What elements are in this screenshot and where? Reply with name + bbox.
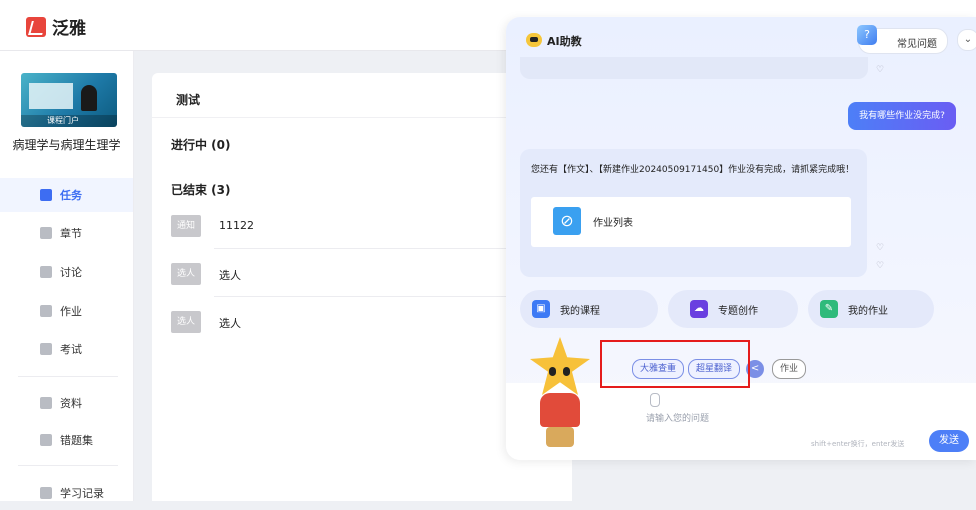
assistant-title: AI助教 (547, 35, 582, 48)
homework-list-label: 作业列表 (593, 218, 633, 229)
homework-list-card[interactable]: ⊘ 作业列表 (531, 197, 851, 247)
row-divider (214, 296, 554, 297)
assistant-header: AI助教 ? 常见问题 ⌄ (506, 17, 976, 57)
sidebar-item-exams[interactable]: 考试 (0, 332, 133, 366)
sidebar: 课程门户 病理学与病理生理学 任务 章节 讨论 作业 考试 资料 错题集 学习记… (0, 51, 134, 501)
microphone-icon[interactable] (650, 393, 660, 407)
folder-icon (40, 397, 52, 409)
section-in-progress[interactable]: 进行中 (0) (171, 136, 231, 153)
sidebar-item-label: 错题集 (60, 434, 93, 447)
fanya-logo-icon (26, 16, 46, 37)
sidebar-item-label: 任务 (60, 189, 82, 202)
course-thumbnail[interactable]: 课程门户 (21, 73, 117, 127)
star-mascot (520, 337, 600, 457)
sidebar-item-tasks[interactable]: 任务 (0, 178, 133, 212)
homework-icon: ✎ (820, 300, 838, 318)
edit-doc-icon (40, 305, 52, 317)
faq-button[interactable]: ? 常见问题 (857, 25, 948, 54)
sidebar-item-homework[interactable]: 作业 (0, 294, 133, 328)
brand-logo[interactable]: 泛雅 (26, 14, 86, 39)
bot-message-bubble: 您还有【作文】、【新建作业20240509171450】作业没有完成，请抓紧完成… (520, 149, 867, 277)
notice-badge: 通知 (171, 215, 201, 237)
sidebar-item-label: 作业 (60, 305, 82, 318)
thumb-up-icon[interactable]: ♡ (876, 243, 884, 253)
course-portal-tag: 课程门户 (47, 116, 79, 125)
chat-input-placeholder: 请输入您的问题 (646, 414, 710, 424)
mascot-eye (549, 367, 556, 376)
sidebar-item-label: 考试 (60, 343, 82, 356)
my-courses-button[interactable]: ▣ 我的课程 (520, 290, 658, 328)
page-title: 测试 (176, 93, 201, 107)
chat-bubble-icon (40, 266, 52, 278)
mascot-shirt (540, 393, 580, 427)
quick-action-label: 专题创作 (718, 305, 758, 317)
highlight-box (600, 340, 750, 388)
quick-action-label: 我的作业 (848, 305, 888, 317)
nav-divider (18, 376, 118, 377)
user-message-bubble: 我有哪些作业没完成? (848, 102, 956, 130)
course-name: 病理学与病理生理学 (12, 138, 121, 152)
course-icon: ▣ (532, 300, 550, 318)
sidebar-item-label: 学习记录 (60, 487, 104, 500)
sidebar-item-label: 章节 (60, 227, 82, 240)
previous-message-bubble (520, 57, 868, 79)
list-item-title: 11122 (219, 219, 254, 232)
microscope-figure (81, 85, 97, 111)
quick-action-label: 我的课程 (560, 305, 600, 317)
collapse-chevron-icon[interactable]: ⌄ (957, 29, 976, 51)
sidebar-item-label: 资料 (60, 397, 82, 410)
topic-creation-button[interactable]: ☁ 专题创作 (668, 290, 798, 328)
section-ended[interactable]: 已结束 (3) (171, 181, 231, 198)
sidebar-item-chapters[interactable]: 章节 (0, 216, 133, 250)
link-icon: ⊘ (553, 207, 581, 235)
robot-avatar-icon (526, 33, 542, 47)
list-item-title: 选人 (219, 269, 241, 282)
list-item-title: 选人 (219, 317, 241, 330)
nav-divider (18, 465, 118, 466)
homework-chip[interactable]: 作业 (772, 359, 807, 379)
sidebar-item-study-record[interactable]: 学习记录 (0, 476, 133, 510)
question-icon: ? (857, 25, 877, 45)
faq-label: 常见问题 (897, 39, 937, 50)
record-icon (40, 487, 52, 499)
mascot-legs (546, 427, 574, 447)
pick-badge: 选人 (171, 311, 201, 333)
brand-name: 泛雅 (52, 19, 86, 39)
my-homework-button[interactable]: ✎ 我的作业 (808, 290, 934, 328)
keyboard-hint: shift+enter换行，enter发送 (811, 440, 905, 448)
ai-assistant-panel: AI助教 ? 常见问题 ⌄ ♡ 我有哪些作业没完成? 您还有【作文】、【新建作业… (506, 17, 976, 460)
bot-message-text: 您还有【作文】、【新建作业20240509171450】作业没有完成，请抓紧完成… (531, 165, 855, 175)
sidebar-item-mistakes[interactable]: 错题集 (0, 423, 133, 457)
grid-icon (40, 189, 52, 201)
mascot-star-head (530, 337, 590, 395)
row-divider (214, 248, 554, 249)
thumb-down-icon[interactable]: ♡ (876, 65, 884, 75)
cloud-icon: ☁ (690, 300, 708, 318)
mascot-eye (563, 367, 570, 376)
sidebar-item-discussion[interactable]: 讨论 (0, 255, 133, 289)
exam-icon (40, 343, 52, 355)
sidebar-item-materials[interactable]: 资料 (0, 386, 133, 420)
thumbnail-panel (29, 83, 73, 109)
pick-badge: 选人 (171, 263, 201, 285)
send-button[interactable]: 发送 (929, 430, 969, 452)
chapter-icon (40, 227, 52, 239)
sidebar-item-label: 讨论 (60, 266, 82, 279)
thumb-down-icon[interactable]: ♡ (876, 261, 884, 271)
mistakes-icon (40, 434, 52, 446)
